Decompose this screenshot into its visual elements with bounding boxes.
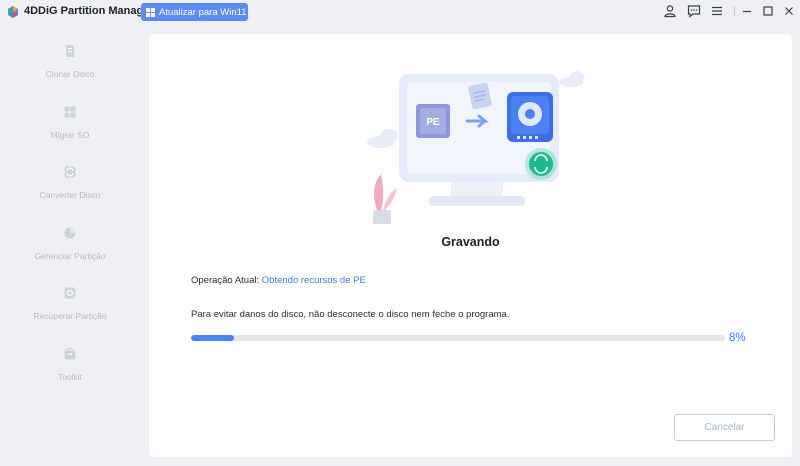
disk-icon [507,92,553,142]
sidebar-item-label: Converter Disco [39,190,101,200]
plant-icon [373,174,397,224]
menu-icon[interactable] [710,4,724,18]
title-bar: 4DDiG Partition Manager Atualizar para W… [0,0,800,24]
close-icon[interactable] [782,4,796,18]
toolkit-icon [64,347,76,360]
progress-percent: 8% [729,332,746,344]
sidebar-item-recuperar-particao[interactable]: Recuperar Partição [0,286,140,336]
feedback-icon[interactable] [687,4,701,18]
sidebar-item-converter-disco[interactable]: Converter Disco [0,165,140,215]
minimize-icon[interactable] [740,4,754,18]
maximize-icon[interactable] [761,4,775,18]
current-operation: Operação Atual: Obtendo recursos de PE [191,275,366,286]
convert-disk-icon [64,166,76,178]
windows-icon [146,7,155,17]
cancel-button[interactable]: Cancelar [674,414,775,441]
upgrade-win11-button[interactable]: Atualizar para Win11 [141,3,248,21]
sidebar-item-label: Clonar Disco [45,69,95,79]
sidebar-item-label: Toolkit [57,372,83,382]
operation-label: Operação Atual: [191,275,260,286]
progress-fill [191,335,234,341]
sidebar-item-label: Recuperar Partição [33,311,107,321]
sidebar-item-toolkit[interactable]: Toolkit [0,347,140,397]
manage-partition-icon [64,227,76,239]
progress-bar [191,335,725,341]
sidebar-item-gerenciar-particao[interactable]: Gerenciar Partição [0,226,140,276]
burning-illustration: PE [367,71,584,224]
migrate-os-icon [64,106,76,118]
sidebar-item-label: Gerenciar Partição [34,251,106,261]
sync-icon [525,148,557,180]
recover-partition-icon [64,287,76,299]
pe-label: PE [426,117,440,128]
app-title: 4DDiG Partition Manager [24,5,154,17]
account-icon[interactable] [663,4,677,18]
operation-value: Obtendo recursos de PE [261,275,366,286]
app-logo-icon [8,6,18,18]
status-heading: Gravando [441,235,500,249]
sidebar-item-clonar-disco[interactable]: Clonar Disco [0,44,140,94]
sidebar-item-label: Migrar SO [50,130,90,140]
main-panel: PE Gravando Operação Atual: Obtendo recu… [149,34,792,457]
titlebar-separator [734,6,735,17]
sidebar-item-migrar-so[interactable]: Migrar SO [0,105,140,155]
sidebar: Clonar Disco Migrar SO Converter Disco G… [0,32,140,466]
warning-message: Para evitar danos do disco, não desconec… [191,309,510,320]
upgrade-win11-label: Atualizar para Win11 [159,6,247,18]
clone-disk-icon [66,45,74,57]
